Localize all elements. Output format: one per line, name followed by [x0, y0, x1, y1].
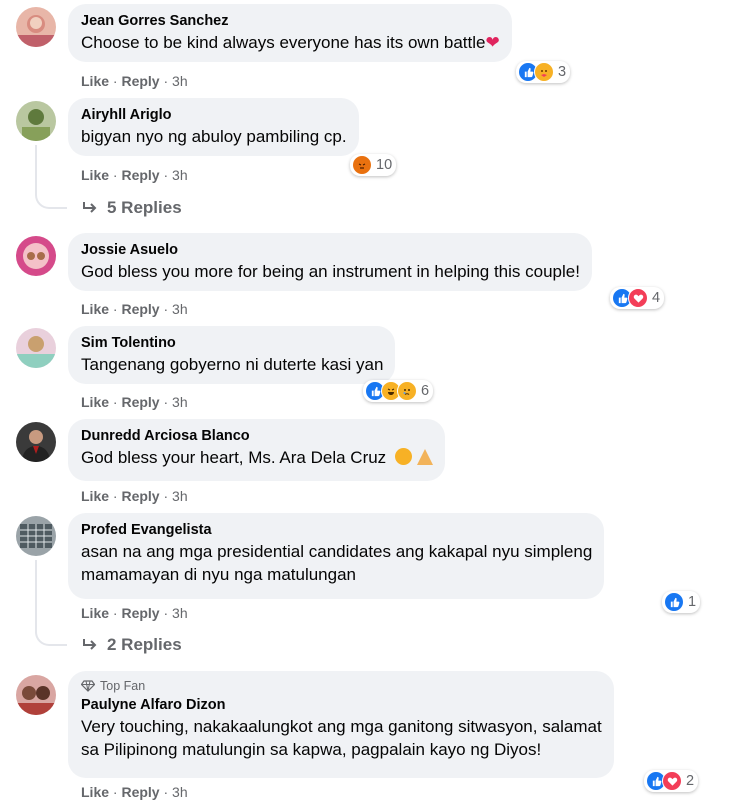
reaction-summary[interactable]: 1 [662, 591, 701, 613]
comment-bubble: Jossie Asuelo God bless you more for bei… [68, 233, 592, 291]
comment-time[interactable]: 3h [172, 784, 188, 800]
angry-icon [352, 155, 372, 175]
view-replies-button[interactable]: 5 Replies [81, 198, 182, 218]
comment-time[interactable]: 3h [172, 301, 188, 317]
avatar[interactable] [16, 7, 56, 47]
reaction-count: 6 [421, 383, 430, 399]
avatar[interactable] [16, 516, 56, 556]
comment-author[interactable]: Jossie Asuelo [81, 241, 580, 260]
sad-icon [397, 381, 417, 401]
comment-author[interactable]: Paulyne Alfaro Dizon [81, 696, 602, 715]
reaction-count: 4 [652, 290, 661, 306]
comment-actions: Like · Reply · 3h [81, 488, 188, 504]
comment-time[interactable]: 3h [172, 605, 188, 621]
reaction-count: 10 [376, 157, 393, 173]
like-link[interactable]: Like [81, 73, 109, 89]
replies-count[interactable]: 5 Replies [107, 198, 182, 218]
comment-time[interactable]: 3h [172, 394, 188, 410]
like-link[interactable]: Like [81, 605, 109, 621]
like-link[interactable]: Like [81, 301, 109, 317]
comment-actions: Like · Reply · 3h [81, 605, 188, 621]
love-icon [662, 771, 682, 791]
care-icon [534, 62, 554, 82]
reaction-count: 3 [558, 64, 567, 80]
comment-text-line: asan na ang mga presidential candidates … [81, 542, 593, 561]
reply-link[interactable]: Reply [121, 301, 159, 317]
reply-link[interactable]: Reply [121, 73, 159, 89]
comment-author[interactable]: Airyhll Ariglo [81, 106, 347, 125]
thread-connector [35, 189, 67, 209]
reaction-summary[interactable]: 2 [644, 770, 699, 792]
heart-emoji-icon: ❤ [485, 33, 500, 52]
comment-text: God bless your heart, Ms. Ara Dela Cruz [81, 446, 433, 469]
top-fan-label: Top Fan [100, 679, 146, 693]
replies-count[interactable]: 2 Replies [107, 635, 182, 655]
relieved-face-icon [394, 448, 412, 465]
like-link[interactable]: Like [81, 488, 109, 504]
thread-line [35, 560, 37, 626]
comment-actions: Like · Reply · 3h [81, 784, 188, 800]
comment-actions: Like · Reply · 3h [81, 301, 188, 317]
reaction-count: 2 [686, 773, 695, 789]
diamond-icon [81, 680, 95, 692]
comment-text: Tangenang gobyerno ni duterte kasi yan [81, 355, 384, 374]
comment-actions: Like · Reply · 3h [81, 167, 188, 183]
reply-link[interactable]: Reply [121, 488, 159, 504]
comment-time[interactable]: 3h [172, 167, 188, 183]
comment-author[interactable]: Jean Gorres Sanchez [81, 12, 500, 31]
thread-connector [35, 626, 67, 646]
comment-bubble: Profed Evangelista asan na ang mga presi… [68, 513, 605, 599]
comment-bubble: Sim Tolentino Tangenang gobyerno ni dute… [68, 326, 396, 384]
avatar[interactable] [16, 675, 56, 715]
comment-author[interactable]: Sim Tolentino [81, 334, 383, 353]
comment-time[interactable]: 3h [172, 488, 188, 504]
avatar[interactable] [16, 101, 56, 141]
comment-author[interactable]: Dunredd Arciosa Blanco [81, 427, 433, 446]
comment-bubble: Airyhll Ariglo bigyan nyo ng abuloy pamb… [68, 98, 359, 156]
reply-link[interactable]: Reply [121, 167, 159, 183]
reply-arrow-icon [83, 639, 97, 650]
folded-hands-icon [416, 449, 433, 465]
comment-actions: Like · Reply · 3h [81, 73, 188, 89]
reaction-summary[interactable]: 3 [516, 61, 571, 83]
comment-time[interactable]: 3h [172, 73, 188, 89]
like-icon [664, 592, 684, 612]
comment-text: God bless you more for being an instrume… [81, 262, 580, 281]
avatar[interactable] [16, 236, 56, 276]
reaction-summary[interactable]: 6 [363, 380, 434, 402]
love-icon [628, 288, 648, 308]
like-link[interactable]: Like [81, 167, 109, 183]
comment-text-line: Very touching, nakakaalungkot ang mga ga… [81, 717, 602, 736]
reply-link[interactable]: Reply [121, 784, 159, 800]
comment-bubble: Jean Gorres Sanchez Choose to be kind al… [68, 4, 512, 62]
reply-link[interactable]: Reply [121, 605, 159, 621]
comment-text-line: sa Pilipinong matulungin sa kapwa, pagpa… [81, 740, 542, 759]
avatar[interactable] [16, 328, 56, 368]
thread-line [35, 145, 37, 189]
comment-bubble: Top Fan Paulyne Alfaro Dizon Very touchi… [68, 671, 614, 778]
avatar[interactable] [16, 422, 56, 462]
like-link[interactable]: Like [81, 784, 109, 800]
reaction-summary[interactable]: 10 [350, 154, 397, 176]
comment-text: bigyan nyo ng abuloy pambiling cp. [81, 127, 347, 146]
view-replies-button[interactable]: 2 Replies [81, 635, 182, 655]
comment-bubble: Dunredd Arciosa Blanco God bless your he… [68, 419, 445, 481]
top-fan-badge[interactable]: Top Fan [81, 678, 602, 694]
reply-link[interactable]: Reply [121, 394, 159, 410]
reaction-summary[interactable]: 4 [610, 287, 665, 309]
reply-arrow-icon [83, 202, 97, 213]
like-link[interactable]: Like [81, 394, 109, 410]
comment-author[interactable]: Profed Evangelista [81, 521, 592, 540]
comment-text-line: mamamayan di nyu nga matulungan [81, 565, 356, 584]
comment-actions: Like · Reply · 3h [81, 394, 188, 410]
reaction-count: 1 [688, 594, 697, 610]
comment-text: Choose to be kind always everyone has it… [81, 33, 500, 52]
